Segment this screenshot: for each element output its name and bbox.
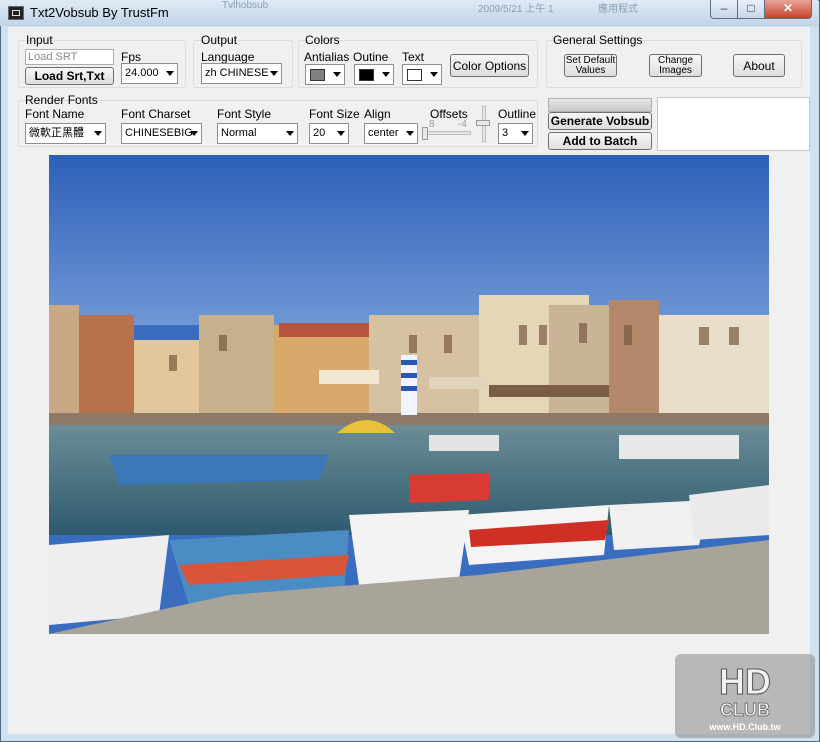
offset-y-value: -4 xyxy=(458,119,467,130)
srt-path-input[interactable]: Load SRT xyxy=(25,49,114,65)
font-charset-value: CHINESEBIG xyxy=(125,127,193,139)
font-style-label: Font Style xyxy=(217,107,272,121)
close-button[interactable]: ✕ xyxy=(764,0,812,19)
offset-y-slider-handle[interactable] xyxy=(476,120,490,126)
align-value: center xyxy=(368,127,399,139)
align-select[interactable]: center xyxy=(364,123,418,144)
font-name-select[interactable]: 微軟正黑體 xyxy=(25,123,106,144)
add-to-batch-button[interactable]: Add to Batch xyxy=(548,132,652,150)
fps-value: 24.000 xyxy=(125,67,159,79)
about-button[interactable]: About xyxy=(733,54,785,77)
outline-width-value: 3 xyxy=(502,127,509,139)
offset-x-slider-track[interactable] xyxy=(423,131,471,135)
font-charset-label: Font Charset xyxy=(121,107,191,121)
change-images-button[interactable]: Change Images xyxy=(649,54,702,77)
set-default-values-button[interactable]: Set Default Values xyxy=(564,54,617,77)
chevron-down-icon xyxy=(333,72,341,77)
background-window-text: Tvlhobsub xyxy=(222,0,269,11)
minimize-button[interactable]: – xyxy=(710,0,738,19)
font-name-label: Font Name xyxy=(25,107,85,121)
svg-text:CLUB: CLUB xyxy=(720,700,770,720)
chevron-down-icon xyxy=(286,131,294,136)
antialias-label: Antialias xyxy=(304,50,350,64)
render-fonts-label: Render Fonts xyxy=(25,93,98,107)
chevron-down-icon xyxy=(166,71,174,76)
watermark-url: www.HD.Club.tw xyxy=(709,722,781,732)
general-settings-label: General Settings xyxy=(553,33,643,47)
hdclub-watermark: HD CLUB www.HD.Club.tw xyxy=(675,654,815,738)
font-style-select[interactable]: Normal xyxy=(217,123,298,144)
subtitle-preview-panel xyxy=(657,97,810,151)
maximize-button[interactable]: □ xyxy=(737,0,765,19)
chevron-down-icon xyxy=(337,131,345,136)
outline-color-label: Outine xyxy=(353,50,389,64)
font-style-value: Normal xyxy=(221,127,257,139)
chevron-down-icon xyxy=(190,131,198,136)
app-icon[interactable] xyxy=(8,6,24,20)
generate-vobsub-button[interactable]: Generate Vobsub xyxy=(548,112,652,130)
outline-color-select[interactable] xyxy=(354,64,394,85)
background-window-text: 應用程式 xyxy=(598,4,638,15)
chevron-down-icon xyxy=(270,71,278,76)
chevron-down-icon xyxy=(430,72,438,77)
language-value: zh CHINESE xyxy=(205,67,269,79)
antialias-color-select[interactable] xyxy=(305,64,345,85)
fps-select[interactable]: 24.000 xyxy=(121,63,178,84)
load-srt-button[interactable]: Load Srt,Txt xyxy=(25,67,114,85)
text-color-label: Text xyxy=(402,50,425,64)
font-name-value: 微軟正黑體 xyxy=(29,127,84,139)
language-select[interactable]: zh CHINESE xyxy=(201,63,282,84)
color-options-button[interactable]: Color Options xyxy=(450,54,529,77)
antialias-color-swatch xyxy=(310,69,325,81)
language-label: Language xyxy=(201,50,255,64)
harbor-photo xyxy=(49,155,769,634)
font-size-value: 20 xyxy=(313,127,326,139)
colors-group-label: Colors xyxy=(305,33,340,47)
chevron-down-icon xyxy=(521,131,529,136)
window-title: Txt2Vobsub By TrustFm xyxy=(30,5,169,20)
input-group-label: Input xyxy=(26,33,53,47)
font-size-label: Font Size xyxy=(309,107,360,121)
preview-image xyxy=(49,155,769,634)
outline-width-label: Outline xyxy=(498,107,537,121)
offset-x-value: 8 xyxy=(429,119,435,130)
outline-color-swatch xyxy=(359,69,374,81)
output-group-label: Output xyxy=(201,33,238,47)
progress-bar xyxy=(548,98,652,112)
font-size-select[interactable]: 20 xyxy=(309,123,349,144)
chevron-down-icon xyxy=(94,131,102,136)
offset-x-slider-handle[interactable] xyxy=(422,127,428,140)
align-label: Align xyxy=(364,107,391,121)
chevron-down-icon xyxy=(382,72,390,77)
text-color-swatch xyxy=(407,69,422,81)
outline-width-select[interactable]: 3 xyxy=(498,123,533,144)
text-color-select[interactable] xyxy=(402,64,442,85)
background-window-text: 2009/5/21 上午 1 xyxy=(478,4,554,15)
fps-label: Fps xyxy=(121,50,142,64)
font-charset-select[interactable]: CHINESEBIG xyxy=(121,123,202,144)
chevron-down-icon xyxy=(406,131,414,136)
svg-text:HD: HD xyxy=(719,661,771,702)
